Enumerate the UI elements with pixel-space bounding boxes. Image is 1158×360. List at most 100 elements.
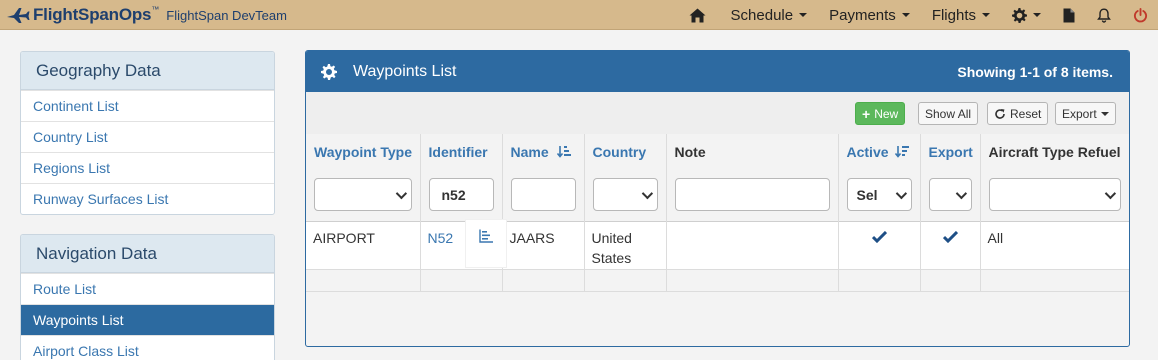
cell-note: [666, 221, 839, 270]
brand-trademark: ™: [151, 4, 160, 14]
refresh-icon: [995, 108, 1005, 119]
table-row[interactable]: AIRPORT N52 JAARS United States All: [306, 221, 1129, 270]
col-name[interactable]: Name: [502, 134, 585, 174]
export-label: Export: [1062, 106, 1097, 121]
file-icon: [1063, 8, 1075, 22]
chevron-down-icon: [1033, 13, 1041, 17]
flights-menu[interactable]: Flights: [921, 0, 1001, 30]
geography-data-panel: Geography Data Continent List Country Li…: [20, 51, 275, 215]
home-button[interactable]: [679, 0, 720, 30]
nav-menu: Schedule Payments Flights: [679, 0, 1158, 30]
col-waypoint-type[interactable]: Waypoint Type: [306, 134, 421, 174]
col-aircraft-type-refuel: Aircraft Type Refuel: [988, 144, 1121, 160]
sidebar-item-airport-class-list[interactable]: Airport Class List: [21, 335, 274, 360]
country-filter[interactable]: [592, 178, 658, 211]
brand-name: FlightSpanOps: [33, 5, 152, 24]
name-filter-input[interactable]: [510, 178, 576, 211]
documents-button[interactable]: [1052, 0, 1086, 30]
logout-button[interactable]: [1122, 0, 1158, 30]
show-all-label: Show All: [925, 106, 972, 121]
col-active-label: Active: [846, 144, 889, 160]
col-export[interactable]: Export: [920, 134, 981, 174]
export-filter[interactable]: [928, 178, 972, 211]
notifications-button[interactable]: [1086, 0, 1122, 30]
schedule-menu[interactable]: Schedule: [720, 0, 819, 30]
country-line-1: United: [591, 229, 632, 246]
top-navbar: FlightSpanOps ™ FlightSpan DevTeam Sched…: [0, 0, 1158, 30]
cell-name: JAARS: [502, 221, 585, 270]
home-icon: [689, 8, 706, 22]
col-note: Note: [666, 134, 839, 174]
col-name-label: Name: [510, 144, 549, 160]
page-title: Waypoints List: [353, 62, 457, 80]
chevron-down-icon: [1100, 111, 1109, 116]
new-button[interactable]: + New: [855, 102, 906, 125]
chevron-down-icon: [895, 187, 907, 200]
navigation-data-heading: Navigation Data: [21, 235, 274, 273]
check-icon: [942, 230, 959, 243]
check-icon: [871, 230, 888, 243]
chevron-down-icon: [395, 187, 407, 200]
country-line-2: States: [591, 249, 632, 266]
cell-country: United States: [584, 221, 667, 270]
gear-icon: [1012, 7, 1027, 23]
panel-header: Waypoints List Showing 1-1 of 8 items.: [306, 51, 1129, 92]
filter-row: n52 Sel: [306, 174, 1129, 221]
sort-descending-icon: [895, 146, 910, 158]
waypoints-table: Waypoint Type Identifier Name Country No…: [306, 134, 1129, 292]
waypoints-panel: Waypoints List Showing 1-1 of 8 items. +…: [305, 50, 1130, 347]
sidebar-item-route-list[interactable]: Route List: [21, 273, 274, 304]
cell-active: [838, 221, 921, 270]
export-button[interactable]: Export: [1055, 102, 1116, 125]
bell-icon: [1097, 7, 1111, 23]
gear-icon: [321, 63, 337, 80]
sort-ascending-icon: [556, 146, 571, 158]
identifier-link[interactable]: N52: [428, 230, 454, 246]
note-filter-input[interactable]: [674, 178, 830, 211]
navigation-data-panel: Navigation Data Route List Waypoints Lis…: [20, 234, 275, 360]
brand[interactable]: FlightSpanOps ™ FlightSpan DevTeam: [6, 4, 287, 26]
active-filter-value: Sel: [856, 186, 878, 203]
identifier-filter-input[interactable]: n52: [428, 178, 494, 211]
plus-icon: +: [862, 105, 871, 122]
header-row: Waypoint Type Identifier Name Country No…: [306, 134, 1129, 174]
chevron-down-icon: [982, 13, 990, 17]
col-country[interactable]: Country: [584, 134, 667, 174]
reset-button[interactable]: Reset: [987, 102, 1049, 125]
sidebar-item-country-list[interactable]: Country List: [21, 121, 274, 152]
new-button-label: New: [874, 106, 899, 121]
airplane-logo-icon: [7, 8, 30, 23]
cell-aircraft-type-refuel: All: [980, 221, 1129, 270]
list-details-icon: [479, 229, 493, 243]
sidebar-item-runway-surfaces-list[interactable]: Runway Surfaces List: [21, 183, 274, 214]
waypoint-type-filter[interactable]: [314, 178, 412, 211]
col-active[interactable]: Active: [838, 134, 921, 174]
grid-toolbar: + New Show All Reset Export: [306, 92, 1129, 134]
active-filter[interactable]: Sel: [846, 178, 912, 211]
chevron-down-icon: [955, 187, 967, 200]
sidebar-item-regions-list[interactable]: Regions List: [21, 152, 274, 183]
payments-menu[interactable]: Payments: [818, 0, 921, 30]
reset-label: Reset: [1010, 106, 1042, 121]
payments-menu-label: Payments: [829, 6, 896, 24]
chevron-down-icon: [799, 13, 808, 17]
flights-menu-label: Flights: [931, 6, 976, 24]
chevron-down-icon: [901, 13, 910, 17]
chevron-down-icon: [1104, 187, 1117, 200]
empty-row: [306, 269, 1129, 292]
cell-export: [920, 221, 981, 270]
items-summary: Showing 1-1 of 8 items.: [957, 64, 1113, 80]
aircraft-type-refuel-filter[interactable]: [988, 178, 1121, 211]
row-details-button[interactable]: [466, 220, 506, 267]
cell-waypoint-type: AIRPORT: [306, 221, 421, 270]
team-name: FlightSpan DevTeam: [166, 7, 287, 23]
power-icon: [1133, 7, 1148, 22]
settings-menu[interactable]: [1001, 0, 1052, 30]
show-all-button[interactable]: Show All: [918, 102, 979, 125]
col-identifier[interactable]: Identifier: [420, 134, 503, 174]
chevron-down-icon: [641, 187, 653, 200]
sidebar-item-continent-list[interactable]: Continent List: [21, 90, 274, 121]
schedule-menu-label: Schedule: [730, 6, 794, 24]
sidebar-item-waypoints-list[interactable]: Waypoints List: [21, 304, 274, 335]
geography-data-heading: Geography Data: [21, 52, 274, 90]
